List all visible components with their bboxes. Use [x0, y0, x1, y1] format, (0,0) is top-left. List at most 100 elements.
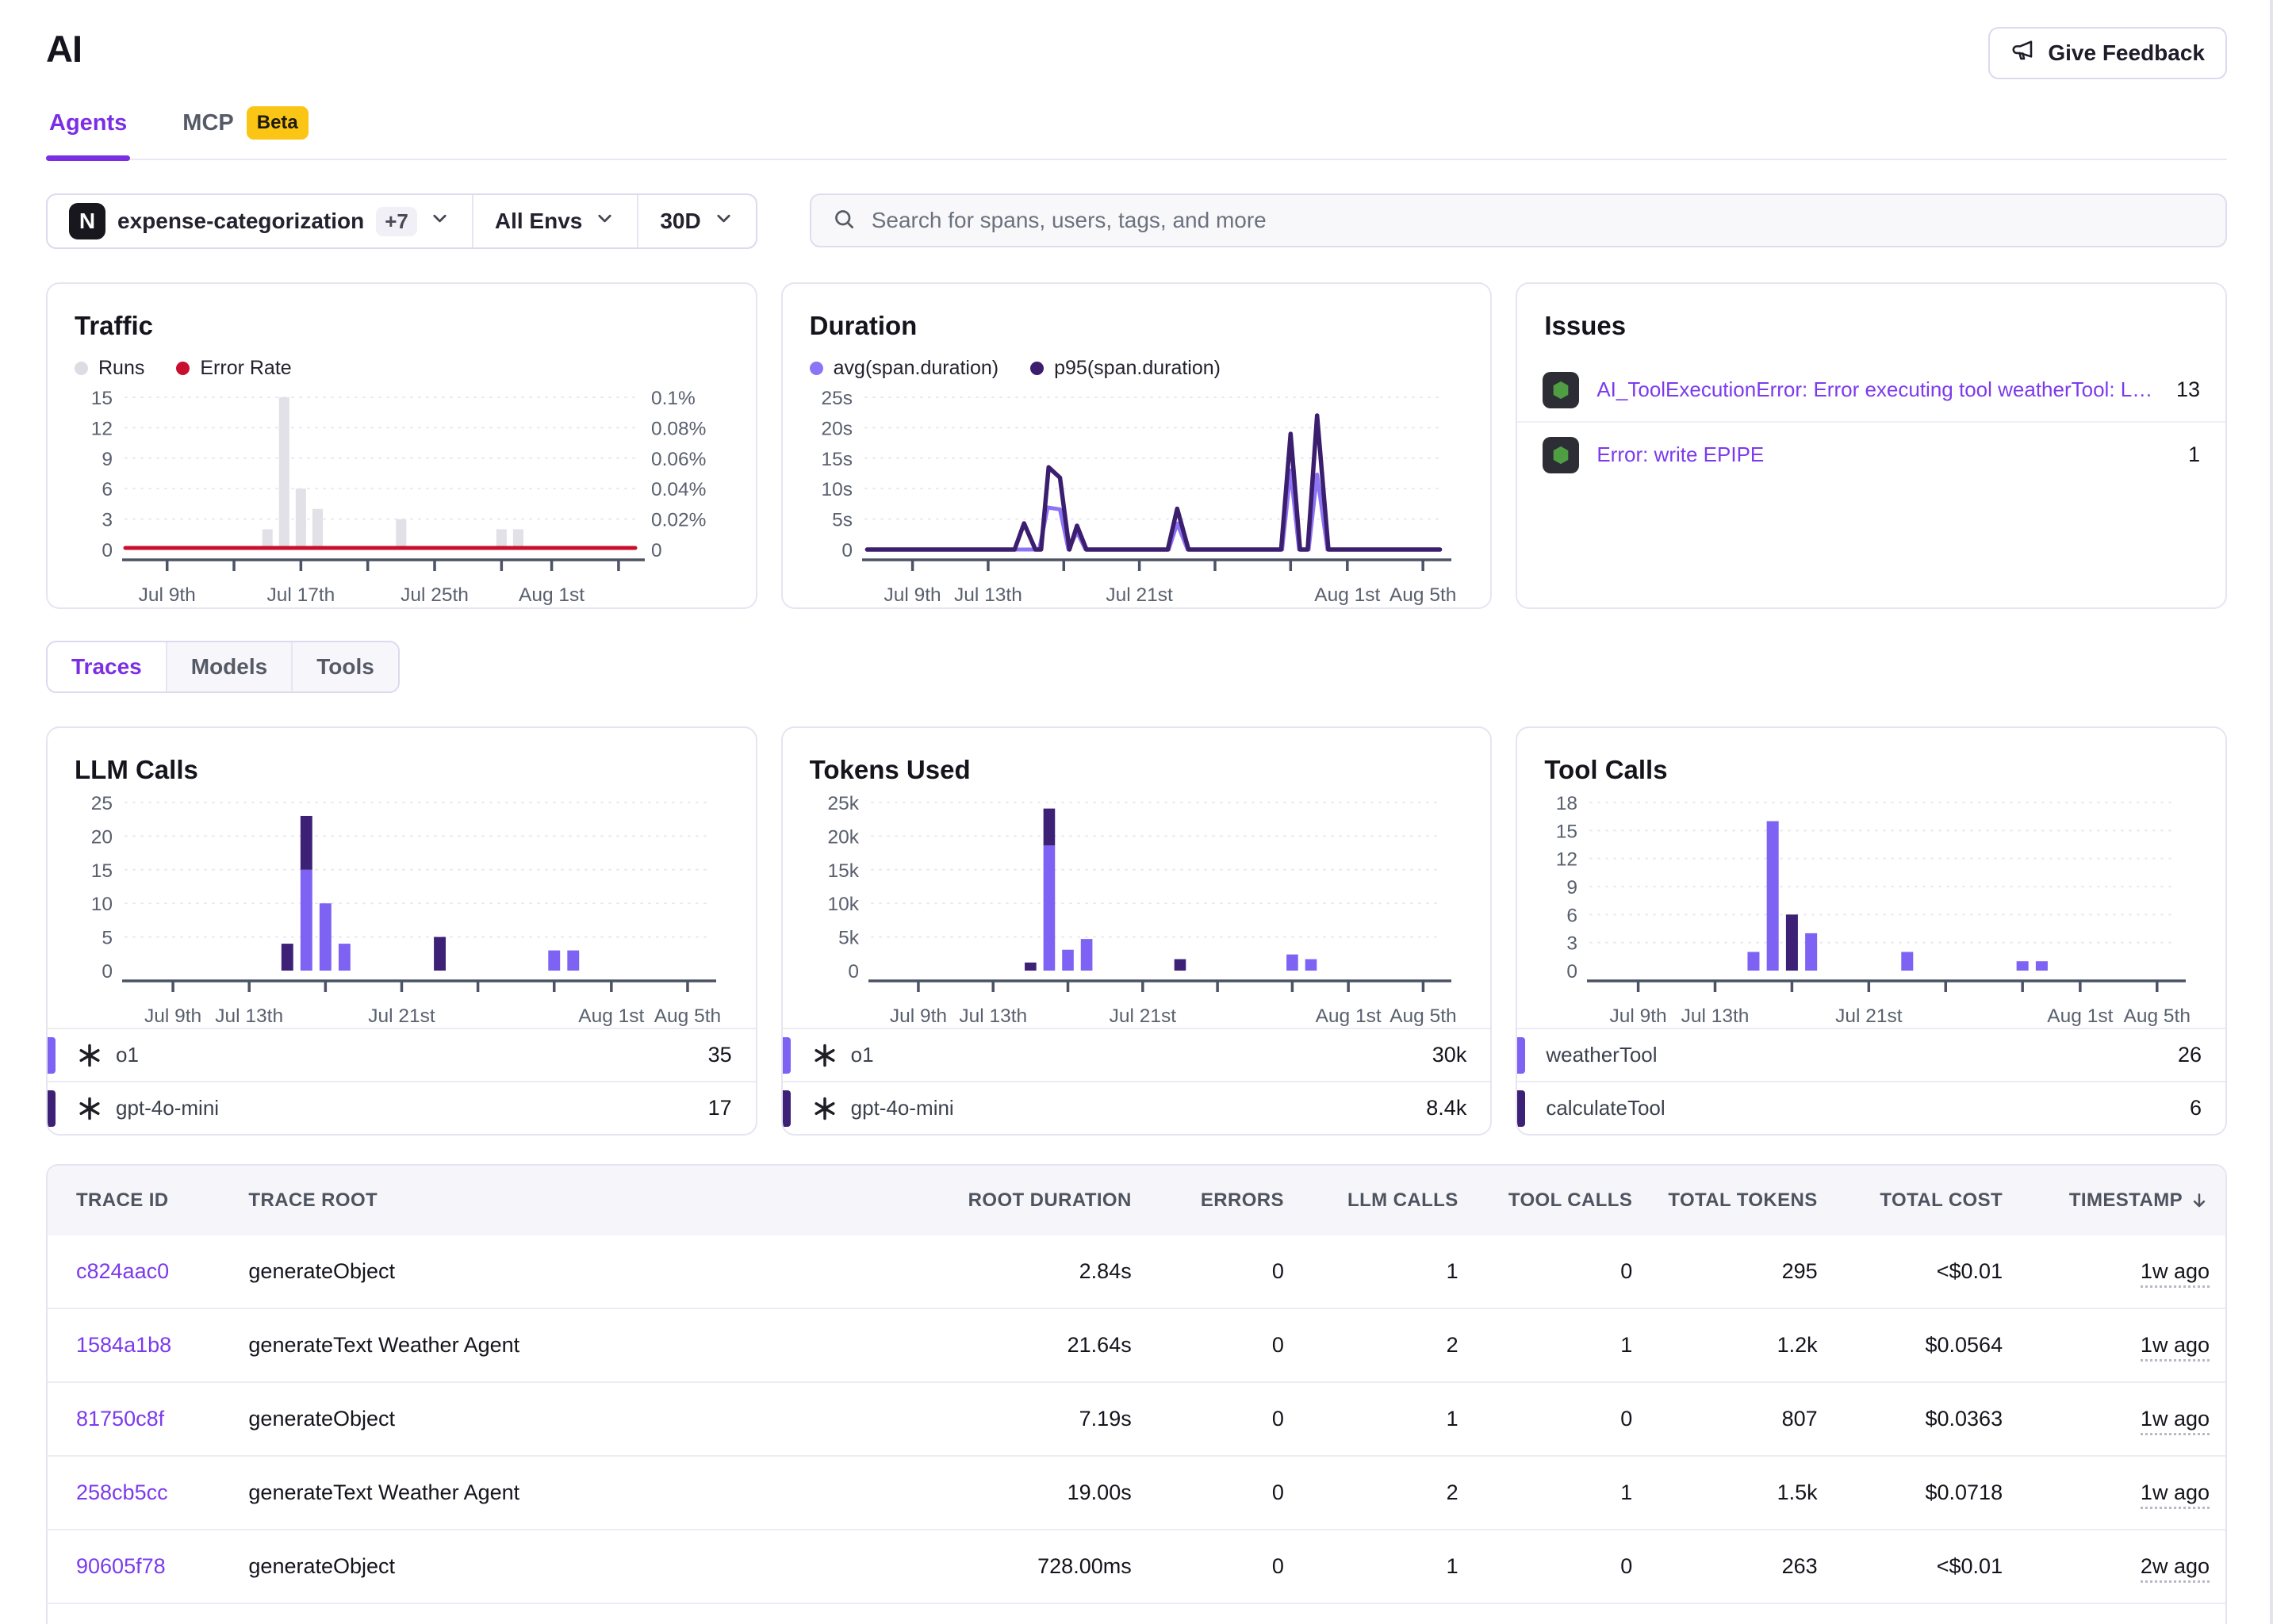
trace-id-link[interactable]: 1584a1b8: [76, 1333, 171, 1357]
svg-text:Jul 9th: Jul 9th: [889, 1005, 946, 1027]
date-range-dropdown[interactable]: 30D: [637, 195, 755, 247]
tab-mcp[interactable]: MCP Beta: [179, 106, 311, 159]
llm-calls-cell: 2: [1300, 1308, 1474, 1382]
column-header-errors[interactable]: ERRORS: [1148, 1166, 1300, 1235]
tool-calls-cell: 1: [1474, 1308, 1649, 1382]
column-header-trace-id[interactable]: TRACE ID: [48, 1166, 232, 1235]
svg-text:Jul 21st: Jul 21st: [1106, 584, 1173, 606]
chevron-down-icon: [594, 208, 615, 235]
timestamp-value[interactable]: 1w ago: [2141, 1259, 2210, 1288]
megaphone-icon: [2010, 38, 2036, 69]
series-summary-row[interactable]: o1 30k: [783, 1028, 1491, 1081]
issue-link[interactable]: Error: write EPIPE: [1596, 442, 2171, 467]
svg-text:15: 15: [91, 388, 113, 409]
chevron-down-icon: [713, 208, 734, 235]
series-color-strip: [1517, 1037, 1525, 1074]
svg-text:15: 15: [1556, 821, 1577, 842]
trace-row[interactable]: 1584a1b8 generateText Weather Agent 21.6…: [48, 1308, 2225, 1382]
svg-text:Aug 1st: Aug 1st: [519, 584, 585, 606]
give-feedback-label: Give Feedback: [2048, 40, 2205, 66]
svg-text:10: 10: [91, 894, 113, 915]
series-label: gpt-4o-mini: [811, 1095, 954, 1122]
column-header-tool-calls[interactable]: TOOL CALLS: [1474, 1166, 1649, 1235]
svg-text:0: 0: [102, 540, 113, 561]
legend-label: Error Rate: [200, 357, 291, 380]
llm-calls-chart: 0510152025Jul 9thJul 13thJul 21stAug 1st…: [75, 788, 729, 1034]
timestamp-value[interactable]: 1w ago: [2141, 1333, 2210, 1362]
column-header-trace-root[interactable]: TRACE ROOT: [232, 1166, 940, 1235]
give-feedback-button[interactable]: Give Feedback: [1988, 27, 2227, 79]
total-cost-cell: <$0.01: [1834, 1235, 2018, 1308]
nodejs-icon: [1550, 379, 1572, 401]
tool-calls-card-title: Tool Calls: [1544, 755, 2198, 785]
series-summary-row[interactable]: gpt-4o-mini 17: [48, 1081, 756, 1134]
svg-text:25: 25: [91, 793, 113, 814]
section-tab-models[interactable]: Models: [166, 642, 291, 691]
column-header-timestamp[interactable]: TIMESTAMP: [2018, 1166, 2225, 1235]
llm-calls-cell: 1: [1300, 1530, 1474, 1603]
svg-text:6: 6: [1567, 905, 1578, 926]
duration-card: Duration avg(span.duration) p95(span.dur…: [781, 282, 1493, 609]
root-duration-cell: 4.95s: [941, 1603, 1148, 1624]
svg-text:9: 9: [1567, 877, 1578, 898]
metric-cards: LLM Calls 0510152025Jul 9thJul 13thJul 2…: [46, 726, 2227, 1136]
tab-agents[interactable]: Agents: [46, 106, 130, 159]
tab-label: MCP: [182, 110, 233, 136]
svg-text:6: 6: [102, 479, 113, 500]
llm-calls-cell: 1: [1300, 1235, 1474, 1308]
issues-list: AI_ToolExecutionError: Error executing t…: [1544, 358, 2198, 487]
agent-filter-dropdown[interactable]: N expense-categorization +7: [48, 195, 472, 247]
series-value: 26: [2178, 1043, 2202, 1067]
series-label: weatherTool: [1546, 1043, 1657, 1067]
issue-link[interactable]: AI_ToolExecutionError: Error executing t…: [1596, 377, 2159, 402]
trace-row[interactable]: 90605f78 generateObject 728.00ms 0 1 0 2…: [48, 1530, 2225, 1603]
svg-text:25s: 25s: [821, 388, 853, 409]
timestamp-value[interactable]: 1w ago: [2141, 1407, 2210, 1435]
agent-logo-icon: N: [69, 203, 105, 239]
timestamp-value[interactable]: 1w ago: [2141, 1480, 2210, 1509]
trace-row[interactable]: c824aac0 generateObject 2.84s 0 1 0 295 …: [48, 1235, 2225, 1308]
trace-id-link[interactable]: 258cb5cc: [76, 1480, 168, 1504]
series-value: 35: [708, 1043, 732, 1067]
traffic-card: Traffic Runs Error Rate 0369121500.02%0.…: [46, 282, 757, 609]
llm-calls-cell: 2: [1300, 1603, 1474, 1624]
section-tab-traces[interactable]: Traces: [48, 642, 166, 691]
svg-text:0.02%: 0.02%: [651, 510, 706, 531]
svg-text:25k: 25k: [827, 793, 859, 814]
tool-calls-cell: 0: [1474, 1530, 1649, 1603]
issue-row[interactable]: AI_ToolExecutionError: Error executing t…: [1517, 358, 2225, 423]
series-summary-row[interactable]: gpt-4o-mini 8.4k: [783, 1081, 1491, 1134]
tool-calls-cell: 1: [1474, 1603, 1649, 1624]
tool-calls-cell: 0: [1474, 1382, 1649, 1456]
trace-id-link[interactable]: c824aac0: [76, 1259, 169, 1283]
total-cost-cell: <$0.01: [1834, 1530, 2018, 1603]
trace-row[interactable]: 1b9a433b generateText Weather Agent 4.95…: [48, 1603, 2225, 1624]
timestamp-value[interactable]: 2w ago: [2141, 1554, 2210, 1583]
search-input[interactable]: [870, 207, 2205, 234]
scrollbar[interactable]: [2270, 0, 2273, 1624]
trace-root-cell: generateObject: [232, 1382, 940, 1456]
llm-calls-cell: 1: [1300, 1382, 1474, 1456]
issue-row[interactable]: Error: write EPIPE 1: [1517, 423, 2225, 487]
series-summary-row[interactable]: weatherTool 26: [1517, 1028, 2225, 1081]
series-summary-row[interactable]: o1 35: [48, 1028, 756, 1081]
column-header-total-tokens[interactable]: TOTAL TOKENS: [1648, 1166, 1833, 1235]
svg-text:0: 0: [651, 540, 662, 561]
trace-id-link[interactable]: 81750c8f: [76, 1407, 164, 1431]
trace-row[interactable]: 258cb5cc generateText Weather Agent 19.0…: [48, 1456, 2225, 1530]
trace-row[interactable]: 81750c8f generateObject 7.19s 0 1 0 807 …: [48, 1382, 2225, 1456]
series-summary-row[interactable]: calculateTool 6: [1517, 1081, 2225, 1134]
svg-text:Jul 21st: Jul 21st: [368, 1005, 435, 1027]
total-cost-cell: $0.0363: [1834, 1382, 2018, 1456]
column-header-root-duration[interactable]: ROOT DURATION: [941, 1166, 1148, 1235]
traffic-legend: Runs Error Rate: [75, 357, 729, 380]
trace-root-cell: generateObject: [232, 1530, 940, 1603]
trace-id-link[interactable]: 90605f78: [76, 1554, 166, 1578]
env-filter-dropdown[interactable]: All Envs: [472, 195, 637, 247]
column-header-llm-calls[interactable]: LLM CALLS: [1300, 1166, 1474, 1235]
series-value: 8.4k: [1426, 1096, 1466, 1120]
column-header-total-cost[interactable]: TOTAL COST: [1834, 1166, 2018, 1235]
tool-calls-card: Tool Calls 0369121518Jul 9thJul 13thJul …: [1516, 726, 2227, 1136]
legend-item: avg(span.duration): [810, 357, 999, 380]
section-tab-tools[interactable]: Tools: [291, 642, 398, 691]
